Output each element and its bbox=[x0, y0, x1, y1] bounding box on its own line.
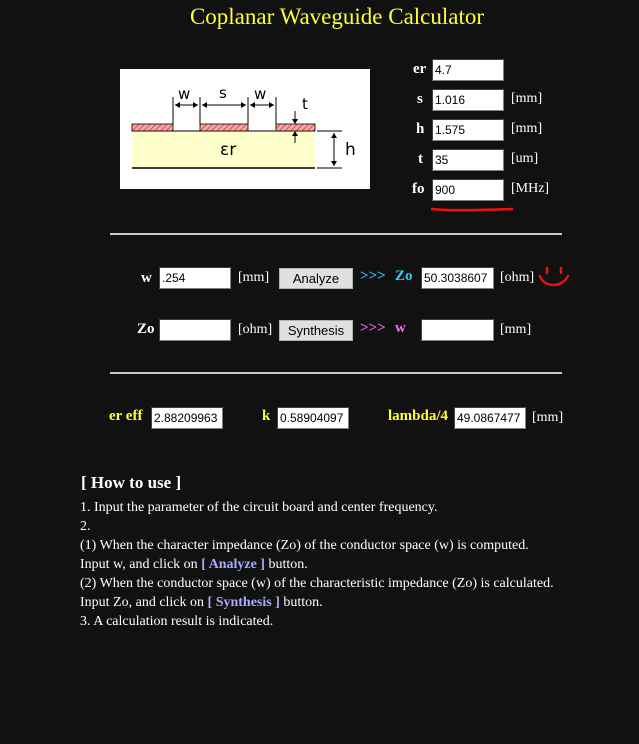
divider-top bbox=[110, 233, 562, 235]
h-label: h bbox=[416, 121, 425, 137]
synthesis-arrow: >>> bbox=[360, 320, 386, 336]
analyze-button[interactable]: Analyze bbox=[279, 268, 353, 289]
howto-line-2: 2. bbox=[80, 519, 91, 534]
cpw-diagram-svg: w s w t εr h bbox=[131, 84, 356, 169]
t-input[interactable]: 35 bbox=[432, 149, 504, 171]
w-label: w bbox=[141, 270, 152, 286]
ground-conductor-left bbox=[131, 123, 174, 132]
lambda-quarter-unit: [mm] bbox=[532, 410, 564, 425]
w-output-field[interactable] bbox=[421, 319, 494, 341]
w-output-label: w bbox=[395, 320, 406, 336]
howto-text: 1. Input the parameter of the circuit bo… bbox=[80, 498, 630, 631]
howto-line-7: 3. A calculation result is indicated. bbox=[80, 614, 274, 629]
er-input[interactable]: 4.7 bbox=[432, 59, 504, 81]
t-label: t bbox=[418, 151, 423, 167]
zo-input-unit: [ohm] bbox=[238, 322, 273, 337]
analyze-reference: [ Analyze ] bbox=[201, 557, 265, 572]
zo-input[interactable] bbox=[159, 319, 231, 341]
s-unit: [mm] bbox=[511, 91, 543, 106]
divider-bottom bbox=[110, 372, 562, 374]
diagram-label-er: εr bbox=[220, 140, 236, 160]
h-unit: [mm] bbox=[511, 121, 543, 136]
diagram-label-h: h bbox=[345, 140, 356, 160]
howto-line-4: Input w, and click on [ Analyze ] button… bbox=[80, 557, 308, 572]
w-input[interactable]: .254 bbox=[159, 267, 231, 289]
k-field[interactable]: 0.58904097 bbox=[277, 407, 349, 429]
ground-conductor-right bbox=[275, 123, 316, 132]
howto-heading: [ How to use ] bbox=[81, 473, 182, 492]
howto-line-3: (1) When the character impedance (Zo) of… bbox=[80, 538, 529, 553]
er-eff-field[interactable]: 2.88209963 bbox=[151, 407, 223, 429]
fo-unit: [MHz] bbox=[511, 181, 550, 196]
w-unit: [mm] bbox=[238, 270, 270, 285]
s-label: s bbox=[417, 91, 423, 107]
zo-output-unit: [ohm] bbox=[500, 270, 535, 285]
s-input[interactable]: 1.016 bbox=[432, 89, 504, 111]
t-unit: [um] bbox=[511, 151, 539, 166]
zo-output-label: Zo bbox=[395, 268, 413, 284]
center-conductor bbox=[199, 123, 249, 132]
cpw-cross-section-diagram: w s w t εr h bbox=[120, 69, 370, 189]
howto-line-5: (2) When the conductor space (w) of the … bbox=[80, 576, 554, 591]
synthesis-button[interactable]: Synthesis bbox=[279, 320, 353, 341]
lambda-quarter-label: lambda/4 bbox=[388, 408, 449, 424]
analyze-arrow: >>> bbox=[360, 268, 386, 284]
er-label: er bbox=[413, 61, 427, 77]
red-underline-annotation bbox=[430, 207, 514, 212]
diagram-label-w-right: w bbox=[254, 85, 266, 103]
fo-label: fo bbox=[412, 181, 425, 197]
howto-line-6: Input Zo, and click on [ Synthesis ] but… bbox=[80, 595, 323, 610]
red-smiley-annotation bbox=[538, 266, 570, 287]
k-label: k bbox=[262, 408, 271, 424]
diagram-label-t: t bbox=[302, 95, 308, 113]
howto-line-1: 1. Input the parameter of the circuit bo… bbox=[80, 500, 438, 515]
synthesis-reference: [ Synthesis ] bbox=[207, 595, 280, 610]
w-output-unit: [mm] bbox=[500, 322, 532, 337]
zo-input-label: Zo bbox=[137, 321, 155, 337]
lambda-quarter-field[interactable]: 49.0867477 bbox=[454, 407, 526, 429]
page-title: Coplanar Waveguide Calculator bbox=[189, 4, 485, 29]
diagram-label-w-left: w bbox=[178, 85, 190, 103]
fo-input[interactable]: 900 bbox=[432, 179, 504, 201]
h-input[interactable]: 1.575 bbox=[432, 119, 504, 141]
er-eff-label: er eff bbox=[109, 408, 143, 424]
diagram-label-s: s bbox=[219, 84, 227, 102]
zo-output-field[interactable]: 50.3038607 bbox=[421, 267, 494, 289]
